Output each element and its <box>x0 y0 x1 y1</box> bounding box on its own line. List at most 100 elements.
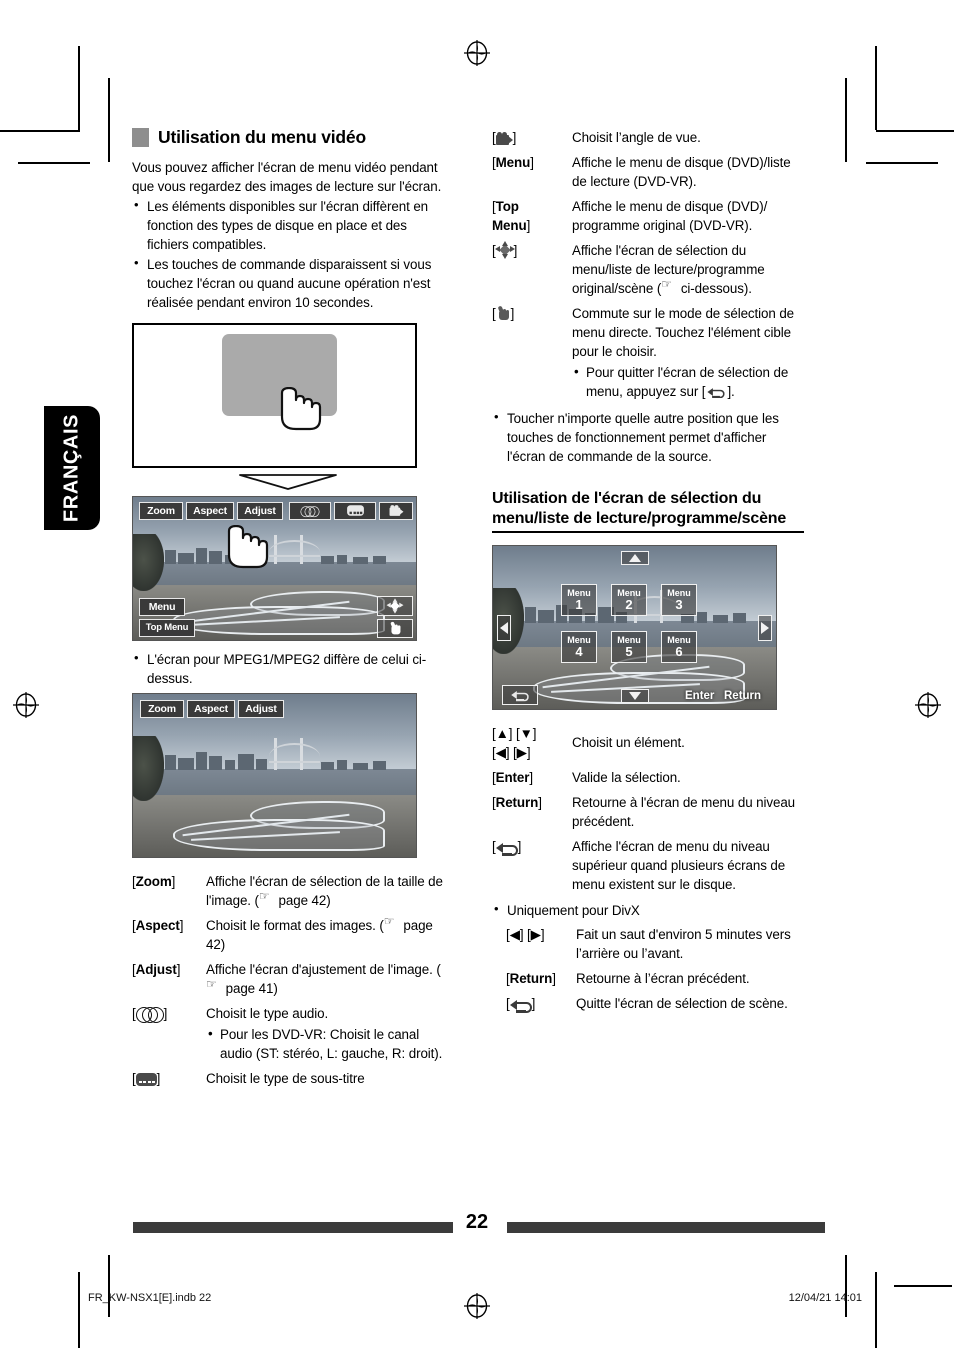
osd-button-menu[interactable]: Menu <box>139 597 185 616</box>
list-item: Pour les DVD-VR: Choisit le canal audio … <box>206 1024 444 1063</box>
osd-button-enter[interactable]: Enter <box>685 690 714 702</box>
flow-arrow-down <box>238 473 338 490</box>
osd-menu-number: 6 <box>675 643 683 659</box>
mpeg-note-list: L'écran pour MPEG1/MPEG2 diffère de celu… <box>132 648 444 688</box>
osd-button-down[interactable] <box>621 689 649 704</box>
definition-key: [Zoom] <box>132 873 176 889</box>
definition-desc: Retourne à l'écran de menu du niveau pré… <box>572 795 796 830</box>
osd-menu-number: 4 <box>575 643 583 659</box>
back-return-icon <box>495 842 518 857</box>
definition-row: [◀] [▶] Fait un saut d'environ 5 minutes… <box>506 925 818 963</box>
list-item: L'écran pour MPEG1/MPEG2 diffère de celu… <box>132 648 444 688</box>
definition-desc: Affiche l'écran d'ajustement de l'image.… <box>206 960 444 998</box>
footer-rule-right <box>507 1222 825 1233</box>
left-definition-list: [Zoom] Affiche l'écran de sélection de l… <box>132 872 444 1088</box>
osd-menu-button-2[interactable]: Menu 2 <box>611 584 647 617</box>
osd-button-right[interactable] <box>758 615 772 642</box>
crop-mark <box>845 1255 847 1317</box>
list-item: Les touches de commande disparaissent si… <box>132 254 444 312</box>
osd-menu-number: 5 <box>625 643 633 659</box>
hand-touch-icon <box>496 305 511 321</box>
pointing-hand-icon <box>206 976 222 994</box>
colophon-filename: FR_KW-NSX1[E].indb 22 <box>88 1292 212 1304</box>
definition-desc: Retourne à l’écran précédent. <box>576 971 750 987</box>
definition-key: [Return] <box>492 795 542 811</box>
crop-mark <box>875 1272 877 1348</box>
back-return-icon <box>509 999 532 1014</box>
footer-rule-left <box>133 1222 453 1233</box>
document-page: FRANÇAIS Utilisation du menu vidéo Vous … <box>0 0 954 1354</box>
definition-desc: Affiche l'écran de sélection du menu/lis… <box>572 241 804 298</box>
definition-key: [] <box>506 996 536 1014</box>
photo-boat <box>172 801 399 853</box>
definition-row: [Zoom] Affiche l'écran de sélection de l… <box>132 872 444 910</box>
list-item: Les éléments disponibles sur l'écran dif… <box>132 196 444 254</box>
definition-row: [] Choisit le type de sous-titre <box>132 1069 444 1088</box>
list-item: Toucher n'importe quelle autre position … <box>492 408 804 466</box>
dpad-icon <box>386 597 404 614</box>
osd-menu-number: 1 <box>575 596 583 612</box>
photo-tree <box>133 735 165 802</box>
arrow-up-icon <box>629 554 641 563</box>
osd-button-top-menu[interactable]: Top Menu <box>139 618 195 637</box>
registration-mark <box>464 40 490 66</box>
sub-bullet-list: Pour quitter l'écran de sélection de men… <box>572 362 804 401</box>
pointing-hand-icon <box>661 276 677 294</box>
section-heading-text: Utilisation de l'écran de sélection du m… <box>492 489 804 534</box>
subtitle-icon <box>135 1072 157 1086</box>
definition-key: [Aspect] <box>132 917 184 933</box>
arrow-key-line-1: [▲] [▼] <box>492 726 537 742</box>
osd-button-return[interactable]: Return <box>724 690 761 702</box>
osd-menu-button-1[interactable]: Menu 1 <box>561 584 597 617</box>
definition-row: [Enter] Valide la sélection. <box>492 768 804 787</box>
osd-button-aspect[interactable]: Aspect <box>187 699 235 718</box>
osd-button-subtitle[interactable] <box>334 501 376 520</box>
left-column: Utilisation du menu vidéo Vous pouvez af… <box>132 127 444 1094</box>
osd-button-angle[interactable] <box>379 501 413 520</box>
osd-button-zoom[interactable]: Zoom <box>140 699 184 718</box>
touch-screen-diagram: Zoom Aspect Adjust Menu Top Menu <box>132 322 444 641</box>
osd-menu-button-5[interactable]: Menu 5 <box>611 631 647 664</box>
hand-pointer-icon <box>280 386 322 430</box>
definition-desc: Affiche l'écran de sélection de la taill… <box>206 872 444 910</box>
page-title: Utilisation du menu vidéo <box>132 127 444 148</box>
definition-desc: Choisit un élément. <box>572 735 685 751</box>
crop-mark <box>876 130 954 132</box>
right-definition-list-top: [] Choisit l’angle de vue. [Menu] Affich… <box>492 128 804 401</box>
osd-button-up[interactable] <box>621 551 649 566</box>
registration-mark <box>464 1293 490 1319</box>
language-tab-label: FRANÇAIS <box>60 413 83 523</box>
right-definition-list-bottom: [▲] [▼] [◀] [▶] Choisit un élément. [Ent… <box>492 724 804 894</box>
crop-mark <box>108 1255 110 1317</box>
osd-button-back[interactable] <box>502 685 538 706</box>
osd-menu-button-4[interactable]: Menu 4 <box>561 631 597 664</box>
colophon-timestamp: 12/04/21 14:01 <box>788 1292 862 1304</box>
photo-bridge <box>268 535 320 564</box>
osd-button-audio[interactable] <box>289 501 331 520</box>
back-return-icon <box>511 690 529 702</box>
list-item: Pour quitter l'écran de sélection de men… <box>572 362 804 401</box>
definition-row: [Menu] Affiche le menu de disque (DVD)/l… <box>492 153 804 191</box>
tv-outline <box>132 322 417 468</box>
osd-button-aspect[interactable]: Aspect <box>186 501 234 520</box>
osd-button-left[interactable] <box>497 615 511 642</box>
definition-key: [] <box>132 1070 161 1086</box>
definition-key: [◀] [▶] <box>506 927 545 943</box>
definition-desc: Affiche le menu de disque (DVD)/programm… <box>572 199 768 234</box>
osd-button-adjust[interactable]: Adjust <box>237 501 283 520</box>
osd-button-zoom[interactable]: Zoom <box>139 501 183 520</box>
crop-mark <box>845 78 847 162</box>
photo-boat <box>172 591 399 637</box>
osd-button-hand-touch[interactable] <box>377 618 413 638</box>
definition-row: [] Choisit l’angle de vue. <box>492 128 804 147</box>
osd-button-adjust[interactable]: Adjust <box>238 699 284 718</box>
osd-button-dpad[interactable] <box>377 595 413 616</box>
osd-menu-button-6[interactable]: Menu 6 <box>661 631 697 664</box>
registration-mark <box>915 692 941 718</box>
definition-desc: Choisit l’angle de vue. <box>572 130 701 145</box>
right-definition-list-divx: [◀] [▶] Fait un saut d'environ 5 minutes… <box>492 925 818 1014</box>
screenshot-video-menu: Zoom Aspect Adjust Menu Top Menu <box>132 495 417 641</box>
osd-menu-button-3[interactable]: Menu 3 <box>661 584 697 617</box>
definition-row: [] Choisit le type audio. Pour les DVD-V… <box>132 1004 444 1063</box>
arrow-right-icon <box>761 622 769 635</box>
